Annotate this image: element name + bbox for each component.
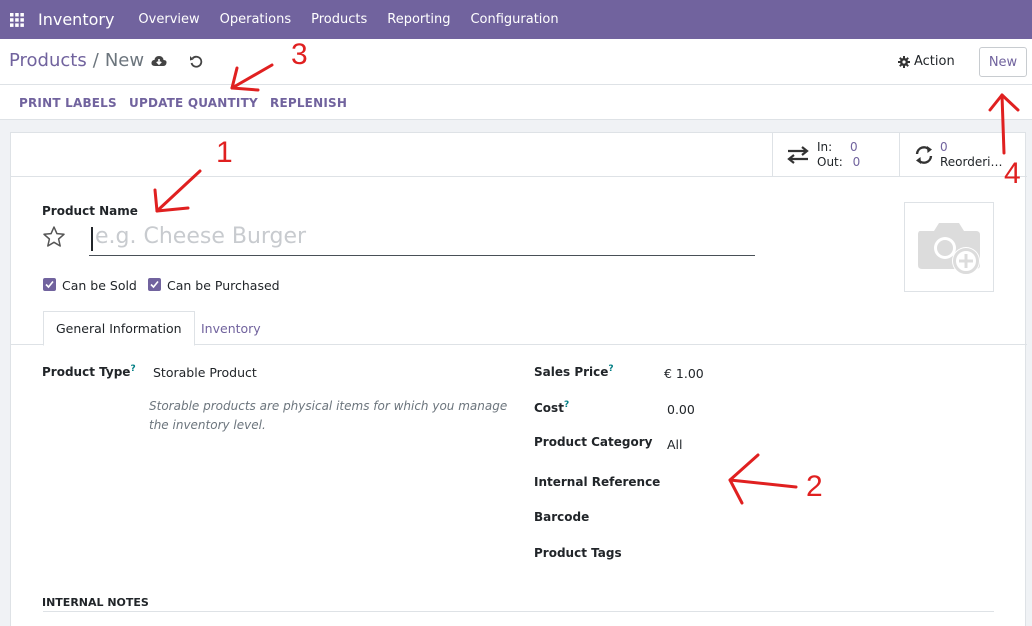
reorder-label: Reorderi… bbox=[940, 154, 1003, 169]
update-quantity-button[interactable]: UPDATE QUANTITY bbox=[129, 96, 258, 110]
internal-notes-label: INTERNAL NOTES bbox=[42, 596, 149, 609]
out-label: Out: bbox=[817, 154, 843, 169]
help-tooltip-icon[interactable]: ? bbox=[130, 364, 135, 374]
internal-reference-label: Internal Reference bbox=[534, 475, 661, 489]
top-navbar: Inventory Overview Operations Products R… bbox=[0, 0, 1032, 39]
internal-notes-divider bbox=[43, 611, 994, 612]
apps-menu-icon[interactable] bbox=[0, 0, 34, 39]
can-be-purchased-checkbox[interactable] bbox=[148, 278, 161, 291]
in-out-smart-button[interactable]: In: 0 Out: 0 bbox=[772, 133, 899, 176]
product-image-upload[interactable] bbox=[904, 202, 994, 292]
product-name-label: Product Name bbox=[42, 204, 138, 218]
can-be-sold-label[interactable]: Can be Sold bbox=[62, 278, 137, 293]
annotation-number-2: 2 bbox=[806, 470, 823, 503]
cost-label: Cost? bbox=[534, 400, 570, 415]
product-category-label: Product Category bbox=[534, 435, 653, 449]
tab-general-information[interactable]: General Information bbox=[43, 311, 195, 346]
can-be-purchased-label[interactable]: Can be Purchased bbox=[167, 278, 280, 293]
tab-inventory[interactable]: Inventory bbox=[189, 311, 273, 345]
nav-overview[interactable]: Overview bbox=[138, 12, 199, 27]
new-button[interactable]: New bbox=[979, 47, 1027, 77]
product-type-value[interactable]: Storable Product bbox=[153, 365, 257, 380]
annotation-number-3: 3 bbox=[291, 38, 308, 71]
status-bar: PRINT LABELS UPDATE QUANTITY REPLENISH bbox=[0, 85, 1032, 120]
barcode-label: Barcode bbox=[534, 510, 590, 524]
sales-price-value[interactable]: € 1.00 bbox=[664, 366, 704, 381]
notebook-tabs: General Information Inventory bbox=[11, 311, 1027, 346]
breadcrumb-separator: / bbox=[92, 50, 99, 71]
nav-configuration[interactable]: Configuration bbox=[470, 12, 558, 27]
product-type-help: Storable products are physical items for… bbox=[149, 399, 508, 432]
breadcrumb-products[interactable]: Products bbox=[9, 50, 87, 71]
sales-price-label: Sales Price? bbox=[534, 364, 614, 379]
action-menu-button[interactable]: Action bbox=[898, 54, 955, 69]
form-sheet: In: 0 Out: 0 0 Reorderi… Product Name e.… bbox=[10, 132, 1027, 626]
out-value: 0 bbox=[852, 154, 861, 169]
product-category-value[interactable]: All bbox=[667, 437, 683, 452]
nav-operations[interactable]: Operations bbox=[220, 12, 291, 27]
transfer-arrows-icon bbox=[787, 145, 809, 164]
product-type-label: Product Type? bbox=[42, 364, 136, 379]
discard-undo-icon[interactable] bbox=[189, 54, 203, 72]
product-name-input[interactable]: e.g. Cheese Burger bbox=[89, 224, 755, 256]
can-be-sold-checkbox[interactable] bbox=[43, 278, 56, 291]
in-label: In: bbox=[817, 139, 833, 154]
annotation-number-4: 4 bbox=[1004, 157, 1021, 190]
smart-button-box: In: 0 Out: 0 0 Reorderi… bbox=[11, 133, 1027, 177]
print-labels-button[interactable]: PRINT LABELS bbox=[19, 96, 117, 110]
nav-products[interactable]: Products bbox=[311, 12, 367, 27]
favorite-star-icon[interactable] bbox=[42, 225, 66, 249]
app-name[interactable]: Inventory bbox=[38, 10, 114, 29]
text-caret bbox=[91, 227, 93, 251]
product-name-placeholder: e.g. Cheese Burger bbox=[95, 224, 307, 249]
in-value: 0 bbox=[850, 139, 858, 154]
action-label: Action bbox=[914, 54, 955, 69]
refresh-icon bbox=[915, 145, 933, 164]
help-tooltip-icon[interactable]: ? bbox=[564, 400, 569, 410]
nav-reporting[interactable]: Reporting bbox=[387, 12, 450, 27]
replenish-button[interactable]: REPLENISH bbox=[270, 96, 347, 110]
product-tags-label: Product Tags bbox=[534, 546, 622, 560]
gear-icon bbox=[898, 55, 910, 68]
camera-add-icon bbox=[918, 223, 980, 275]
help-tooltip-icon[interactable]: ? bbox=[608, 364, 613, 374]
breadcrumb: Products / New bbox=[9, 50, 144, 71]
cost-value[interactable]: 0.00 bbox=[667, 402, 695, 417]
breadcrumb-current: New bbox=[104, 50, 145, 71]
save-cloud-icon[interactable] bbox=[151, 54, 167, 72]
annotation-number-1: 1 bbox=[216, 136, 233, 169]
reorder-value: 0 bbox=[940, 139, 948, 154]
